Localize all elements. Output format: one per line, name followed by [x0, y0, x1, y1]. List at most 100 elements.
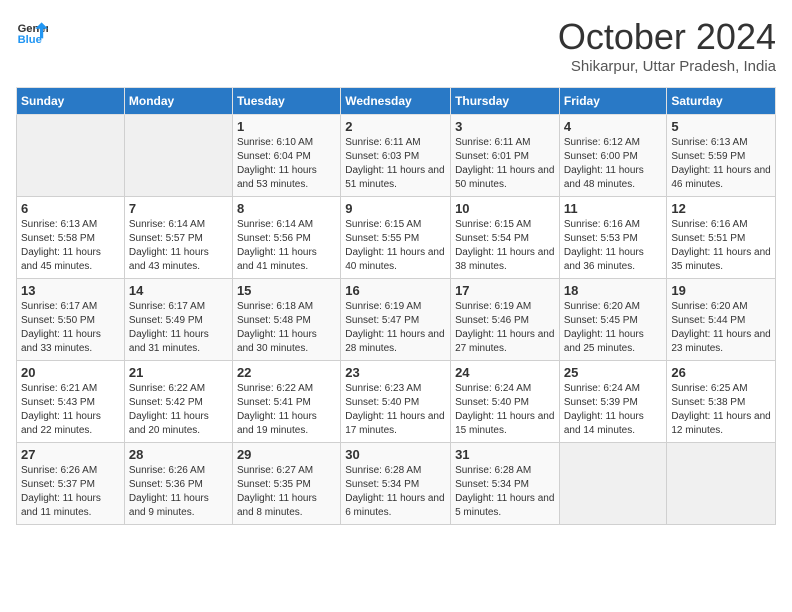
- calendar-cell: 12 Sunrise: 6:16 AMSunset: 5:51 PMDayligh…: [667, 197, 776, 279]
- calendar-cell: [559, 443, 667, 525]
- month-title: October 2024: [558, 16, 776, 58]
- day-number: 23: [345, 365, 446, 380]
- calendar-cell: 11 Sunrise: 6:16 AMSunset: 5:53 PMDayligh…: [559, 197, 667, 279]
- day-number: 8: [237, 201, 336, 216]
- day-info: Sunrise: 6:15 AMSunset: 5:55 PMDaylight:…: [345, 218, 446, 274]
- day-info: Sunrise: 6:26 AMSunset: 5:37 PMDaylight:…: [21, 464, 120, 520]
- calendar-cell: 10 Sunrise: 6:15 AMSunset: 5:54 PMDayligh…: [451, 197, 560, 279]
- day-info: Sunrise: 6:27 AMSunset: 5:35 PMDaylight:…: [237, 464, 336, 520]
- col-friday: Friday: [559, 88, 667, 115]
- day-number: 6: [21, 201, 120, 216]
- calendar-cell: 29 Sunrise: 6:27 AMSunset: 5:35 PMDayligh…: [232, 443, 340, 525]
- day-number: 31: [455, 447, 555, 462]
- calendar-week-4: 20 Sunrise: 6:21 AMSunset: 5:43 PMDayligh…: [17, 361, 776, 443]
- day-info: Sunrise: 6:24 AMSunset: 5:40 PMDaylight:…: [455, 382, 555, 438]
- day-info: Sunrise: 6:13 AMSunset: 5:59 PMDaylight:…: [671, 136, 771, 192]
- day-number: 10: [455, 201, 555, 216]
- calendar-cell: 28Sunrise: 6:26 AMSunset: 5:36 PMDayligh…: [124, 443, 232, 525]
- logo: General Blue: [16, 16, 48, 48]
- calendar-cell: 7Sunrise: 6:14 AMSunset: 5:57 PMDaylight…: [124, 197, 232, 279]
- calendar-cell: 3 Sunrise: 6:11 AMSunset: 6:01 PMDaylight…: [451, 115, 560, 197]
- day-info: Sunrise: 6:13 AMSunset: 5:58 PMDaylight:…: [21, 218, 120, 274]
- day-number: 21: [129, 365, 228, 380]
- calendar-cell: 27 Sunrise: 6:26 AMSunset: 5:37 PMDayligh…: [17, 443, 125, 525]
- day-number: 30: [345, 447, 446, 462]
- day-number: 3: [455, 119, 555, 134]
- col-saturday: Saturday: [667, 88, 776, 115]
- calendar-cell: 6 Sunrise: 6:13 AMSunset: 5:58 PMDaylight…: [17, 197, 125, 279]
- day-info: Sunrise: 6:21 AMSunset: 5:43 PMDaylight:…: [21, 382, 120, 438]
- day-number: 25: [564, 365, 663, 380]
- calendar-week-1: 1 Sunrise: 6:10 AMSunset: 6:04 PMDaylight…: [17, 115, 776, 197]
- day-info: Sunrise: 6:15 AMSunset: 5:54 PMDaylight:…: [455, 218, 555, 274]
- day-info: Sunrise: 6:23 AMSunset: 5:40 PMDaylight:…: [345, 382, 446, 438]
- day-info: Sunrise: 6:17 AMSunset: 5:50 PMDaylight:…: [21, 300, 120, 356]
- page-header: General Blue October 2024 Shikarpur, Utt…: [16, 16, 776, 75]
- day-number: 15: [237, 283, 336, 298]
- calendar-cell: 9Sunrise: 6:15 AMSunset: 5:55 PMDaylight…: [341, 197, 451, 279]
- calendar-cell: [667, 443, 776, 525]
- day-info: Sunrise: 6:24 AMSunset: 5:39 PMDaylight:…: [564, 382, 663, 438]
- day-number: 1: [237, 119, 336, 134]
- calendar-header-row: Sunday Monday Tuesday Wednesday Thursday…: [17, 88, 776, 115]
- col-sunday: Sunday: [17, 88, 125, 115]
- calendar-cell: 8 Sunrise: 6:14 AMSunset: 5:56 PMDaylight…: [232, 197, 340, 279]
- calendar-cell: 22 Sunrise: 6:22 AMSunset: 5:41 PMDayligh…: [232, 361, 340, 443]
- day-number: 19: [671, 283, 771, 298]
- day-number: 14: [129, 283, 228, 298]
- day-number: 22: [237, 365, 336, 380]
- calendar-cell: 5 Sunrise: 6:13 AMSunset: 5:59 PMDaylight…: [667, 115, 776, 197]
- day-number: 4: [564, 119, 663, 134]
- day-info: Sunrise: 6:28 AMSunset: 5:34 PMDaylight:…: [455, 464, 555, 520]
- calendar-cell: 31 Sunrise: 6:28 AMSunset: 5:34 PMDayligh…: [451, 443, 560, 525]
- day-info: Sunrise: 6:20 AMSunset: 5:44 PMDaylight:…: [671, 300, 771, 356]
- calendar-cell: 13 Sunrise: 6:17 AMSunset: 5:50 PMDayligh…: [17, 279, 125, 361]
- day-info: Sunrise: 6:16 AMSunset: 5:53 PMDaylight:…: [564, 218, 663, 274]
- day-number: 12: [671, 201, 771, 216]
- day-info: Sunrise: 6:16 AMSunset: 5:51 PMDaylight:…: [671, 218, 771, 274]
- day-number: 17: [455, 283, 555, 298]
- day-info: Sunrise: 6:28 AMSunset: 5:34 PMDaylight:…: [345, 464, 446, 520]
- calendar-cell: 19 Sunrise: 6:20 AMSunset: 5:44 PMDayligh…: [667, 279, 776, 361]
- day-info: Sunrise: 6:22 AMSunset: 5:42 PMDaylight:…: [129, 382, 228, 438]
- col-tuesday: Tuesday: [232, 88, 340, 115]
- col-wednesday: Wednesday: [341, 88, 451, 115]
- day-info: Sunrise: 6:20 AMSunset: 5:45 PMDaylight:…: [564, 300, 663, 356]
- calendar-cell: 20 Sunrise: 6:21 AMSunset: 5:43 PMDayligh…: [17, 361, 125, 443]
- day-number: 29: [237, 447, 336, 462]
- col-thursday: Thursday: [451, 88, 560, 115]
- calendar-week-2: 6 Sunrise: 6:13 AMSunset: 5:58 PMDaylight…: [17, 197, 776, 279]
- calendar-week-5: 27 Sunrise: 6:26 AMSunset: 5:37 PMDayligh…: [17, 443, 776, 525]
- day-number: 24: [455, 365, 555, 380]
- calendar-cell: [17, 115, 125, 197]
- logo-icon: General Blue: [16, 16, 48, 48]
- calendar-cell: 26Sunrise: 6:25 AMSunset: 5:38 PMDayligh…: [667, 361, 776, 443]
- day-info: Sunrise: 6:19 AMSunset: 5:47 PMDaylight:…: [345, 300, 446, 356]
- calendar-cell: 1 Sunrise: 6:10 AMSunset: 6:04 PMDaylight…: [232, 115, 340, 197]
- day-number: 20: [21, 365, 120, 380]
- location-subtitle: Shikarpur, Uttar Pradesh, India: [558, 58, 776, 75]
- day-info: Sunrise: 6:18 AMSunset: 5:48 PMDaylight:…: [237, 300, 336, 356]
- calendar-cell: 24 Sunrise: 6:24 AMSunset: 5:40 PMDayligh…: [451, 361, 560, 443]
- day-info: Sunrise: 6:12 AMSunset: 6:00 PMDaylight:…: [564, 136, 663, 192]
- day-info: Sunrise: 6:11 AMSunset: 6:03 PMDaylight:…: [345, 136, 446, 192]
- day-number: 5: [671, 119, 771, 134]
- calendar-cell: 2 Sunrise: 6:11 AMSunset: 6:03 PMDaylight…: [341, 115, 451, 197]
- day-number: 11: [564, 201, 663, 216]
- day-info: Sunrise: 6:10 AMSunset: 6:04 PMDaylight:…: [237, 136, 336, 192]
- day-info: Sunrise: 6:22 AMSunset: 5:41 PMDaylight:…: [237, 382, 336, 438]
- day-info: Sunrise: 6:11 AMSunset: 6:01 PMDaylight:…: [455, 136, 555, 192]
- day-number: 7: [129, 201, 228, 216]
- day-info: Sunrise: 6:14 AMSunset: 5:56 PMDaylight:…: [237, 218, 336, 274]
- title-block: October 2024 Shikarpur, Uttar Pradesh, I…: [558, 16, 776, 75]
- calendar-table: Sunday Monday Tuesday Wednesday Thursday…: [16, 87, 776, 525]
- day-number: 26: [671, 365, 771, 380]
- calendar-cell: 16 Sunrise: 6:19 AMSunset: 5:47 PMDayligh…: [341, 279, 451, 361]
- day-number: 13: [21, 283, 120, 298]
- calendar-cell: 14 Sunrise: 6:17 AMSunset: 5:49 PMDayligh…: [124, 279, 232, 361]
- day-number: 27: [21, 447, 120, 462]
- day-info: Sunrise: 6:17 AMSunset: 5:49 PMDaylight:…: [129, 300, 228, 356]
- day-number: 16: [345, 283, 446, 298]
- day-number: 2: [345, 119, 446, 134]
- day-info: Sunrise: 6:26 AMSunset: 5:36 PMDaylight:…: [129, 464, 228, 520]
